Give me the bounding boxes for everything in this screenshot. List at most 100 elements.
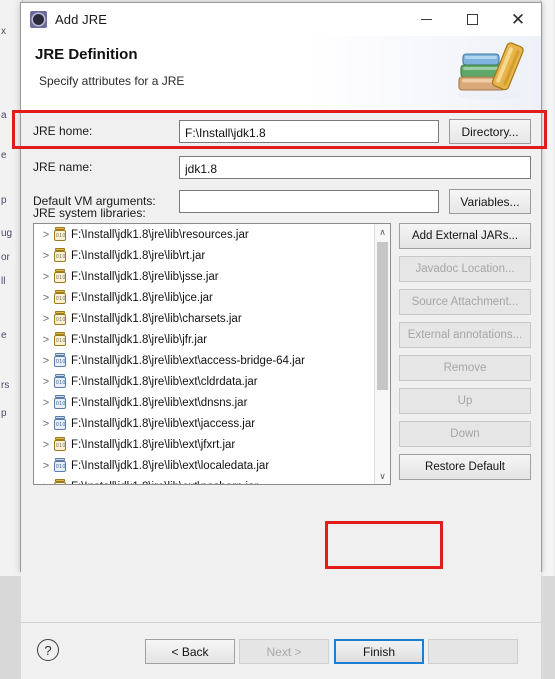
library-path: F:\Install\jdk1.8\jre\lib\charsets.jar [71, 313, 242, 325]
library-path: F:\Install\jdk1.8\jre\lib\jsse.jar [71, 271, 219, 283]
expand-arrow-icon[interactable]: > [40, 376, 52, 388]
library-row[interactable]: >010 F:\Install\jdk1.8\jre\lib\charsets.j… [34, 308, 390, 329]
scroll-down-icon[interactable]: ∨ [375, 468, 390, 484]
jar-file-icon: 010 [53, 311, 67, 326]
down-button: Down [399, 421, 531, 447]
window-controls: ✕ [403, 4, 541, 35]
jre-name-row: JRE name: [21, 153, 543, 183]
expand-arrow-icon[interactable]: > [40, 460, 52, 472]
expand-arrow-icon[interactable]: > [40, 271, 52, 283]
scroll-up-icon[interactable]: ∧ [375, 224, 390, 240]
jar-file-icon: 010 [53, 416, 67, 431]
jar-file-icon: 010 [53, 332, 67, 347]
library-path: F:\Install\jdk1.8\jre\lib\ext\access-bri… [71, 355, 305, 367]
jar-file-icon: 010 [53, 395, 67, 410]
vm-arguments-input[interactable] [179, 190, 439, 213]
back-button[interactable]: < Back [145, 639, 235, 664]
library-action-buttons: Add External JARs... Javadoc Location... S… [399, 223, 531, 487]
jre-name-input[interactable] [179, 156, 531, 179]
library-path: F:\Install\jdk1.8\jre\lib\rt.jar [71, 250, 205, 262]
library-list-scrollbar[interactable]: ∧ ∨ [374, 224, 390, 484]
jre-home-input[interactable] [179, 120, 439, 143]
jre-system-libraries-list[interactable]: >010 F:\Install\jdk1.8\jre\lib\resources.… [33, 223, 391, 485]
expand-arrow-icon[interactable]: > [40, 355, 52, 367]
jar-file-icon: 010 [53, 290, 67, 305]
dialog-body: JRE home: Directory... JRE name: Default… [21, 111, 541, 679]
library-row[interactable]: >010 F:\Install\jdk1.8\jre\lib\resources.… [34, 224, 390, 245]
library-row[interactable]: >010 F:\Install\jdk1.8\jre\lib\rt.jar [34, 245, 390, 266]
directory-button[interactable]: Directory... [449, 119, 531, 144]
library-rows-container: >010 F:\Install\jdk1.8\jre\lib\resources.… [34, 224, 390, 485]
dialog-header: JRE Definition Specify attributes for a … [21, 36, 541, 111]
add-external-jars-button[interactable]: Add External JARs... [399, 223, 531, 249]
library-row[interactable]: >010 F:\Install\jdk1.8\jre\lib\ext\access… [34, 350, 390, 371]
variables-button[interactable]: Variables... [449, 189, 531, 214]
expand-arrow-icon[interactable]: > [40, 418, 52, 430]
library-row[interactable]: >010 F:\Install\jdk1.8\jre\lib\jsse.jar [34, 266, 390, 287]
dialog-titlebar: Add JRE ✕ [21, 3, 541, 36]
library-path: F:\Install\jdk1.8\jre\lib\ext\jfxrt.jar [71, 439, 235, 451]
scrollbar-thumb[interactable] [377, 242, 388, 390]
remove-button: Remove [399, 355, 531, 381]
expand-arrow-icon[interactable]: > [40, 229, 52, 241]
library-row[interactable]: >010 F:\Install\jdk1.8\jre\lib\ext\locale… [34, 455, 390, 476]
dialog-footer: ? < Back Next > Finish [21, 622, 541, 679]
bg-text-fragment: rs [1, 380, 9, 391]
add-jre-dialog: Add JRE ✕ JRE Definition Specify attribu… [20, 2, 542, 572]
expand-arrow-icon[interactable]: > [40, 292, 52, 304]
library-row[interactable]: >010 F:\Install\jdk1.8\jre\lib\jce.jar [34, 287, 390, 308]
jre-name-label: JRE name: [33, 160, 92, 174]
library-path: F:\Install\jdk1.8\jre\lib\ext\dnsns.jar [71, 397, 247, 409]
library-row[interactable]: >010 F:\Install\jdk1.8\jre\lib\ext\dnsns.… [34, 392, 390, 413]
jar-file-icon: 010 [53, 437, 67, 452]
page-subtitle: Specify attributes for a JRE [39, 74, 184, 88]
library-path: F:\Install\jdk1.8\jre\lib\ext\localedata… [71, 460, 269, 472]
up-button: Up [399, 388, 531, 414]
restore-default-button[interactable]: Restore Default [399, 454, 531, 480]
maximize-icon[interactable] [449, 4, 495, 35]
background-scrollbar[interactable] [543, 0, 553, 576]
jre-system-libraries-label: JRE system libraries: [33, 206, 146, 220]
expand-arrow-icon[interactable]: > [40, 481, 52, 486]
library-path: F:\Install\jdk1.8\jre\lib\resources.jar [71, 229, 249, 241]
expand-arrow-icon[interactable]: > [40, 439, 52, 451]
library-row[interactable]: >010 F:\Install\jdk1.8\jre\lib\ext\jfxrt.… [34, 434, 390, 455]
library-path: F:\Install\jdk1.8\jre\lib\ext\jaccess.ja… [71, 418, 255, 430]
jar-file-icon: 010 [53, 458, 67, 473]
jre-gear-icon [30, 11, 47, 28]
library-path: F:\Install\jdk1.8\jre\lib\ext\cldrdata.j… [71, 376, 258, 388]
help-icon[interactable]: ? [37, 639, 59, 661]
library-row[interactable]: >010 F:\Install\jdk1.8\jre\lib\ext\cldrda… [34, 371, 390, 392]
library-path: F:\Install\jdk1.8\jre\lib\ext\nashorn.ja… [71, 481, 258, 486]
jre-home-row: JRE home: Directory... [21, 117, 543, 147]
dialog-title: Add JRE [55, 12, 107, 27]
jar-file-icon: 010 [53, 269, 67, 284]
expand-arrow-icon[interactable]: > [40, 313, 52, 325]
jar-file-icon: 010 [53, 353, 67, 368]
jar-file-icon: 010 [53, 374, 67, 389]
books-stack-icon [453, 38, 525, 102]
source-attachment-button: Source Attachment... [399, 289, 531, 315]
expand-arrow-icon[interactable]: > [40, 250, 52, 262]
cancel-button[interactable] [428, 639, 518, 664]
library-row[interactable]: >010 F:\Install\jdk1.8\jre\lib\jfr.jar [34, 329, 390, 350]
bg-text-fragment: or [1, 252, 10, 263]
jar-file-icon: 010 [53, 248, 67, 263]
expand-arrow-icon[interactable]: > [40, 397, 52, 409]
library-path: F:\Install\jdk1.8\jre\lib\jce.jar [71, 292, 213, 304]
library-path: F:\Install\jdk1.8\jre\lib\jfr.jar [71, 334, 207, 346]
jar-file-icon: 010 [53, 479, 67, 485]
page-title: JRE Definition [35, 46, 138, 63]
bg-text-fragment: e [1, 150, 7, 161]
bg-text-fragment: e [1, 330, 7, 341]
javadoc-location-button: Javadoc Location... [399, 256, 531, 282]
library-row[interactable]: >010 F:\Install\jdk1.8\jre\lib\ext\jacces… [34, 413, 390, 434]
library-row[interactable]: >010 F:\Install\jdk1.8\jre\lib\ext\nashor… [34, 476, 390, 485]
jar-file-icon: 010 [53, 227, 67, 242]
finish-button[interactable]: Finish [334, 639, 424, 664]
minimize-icon[interactable] [403, 4, 449, 35]
external-annotations-button: External annotations... [399, 322, 531, 348]
bg-text-fragment: ug [1, 228, 12, 239]
close-icon[interactable]: ✕ [495, 4, 541, 35]
expand-arrow-icon[interactable]: > [40, 334, 52, 346]
